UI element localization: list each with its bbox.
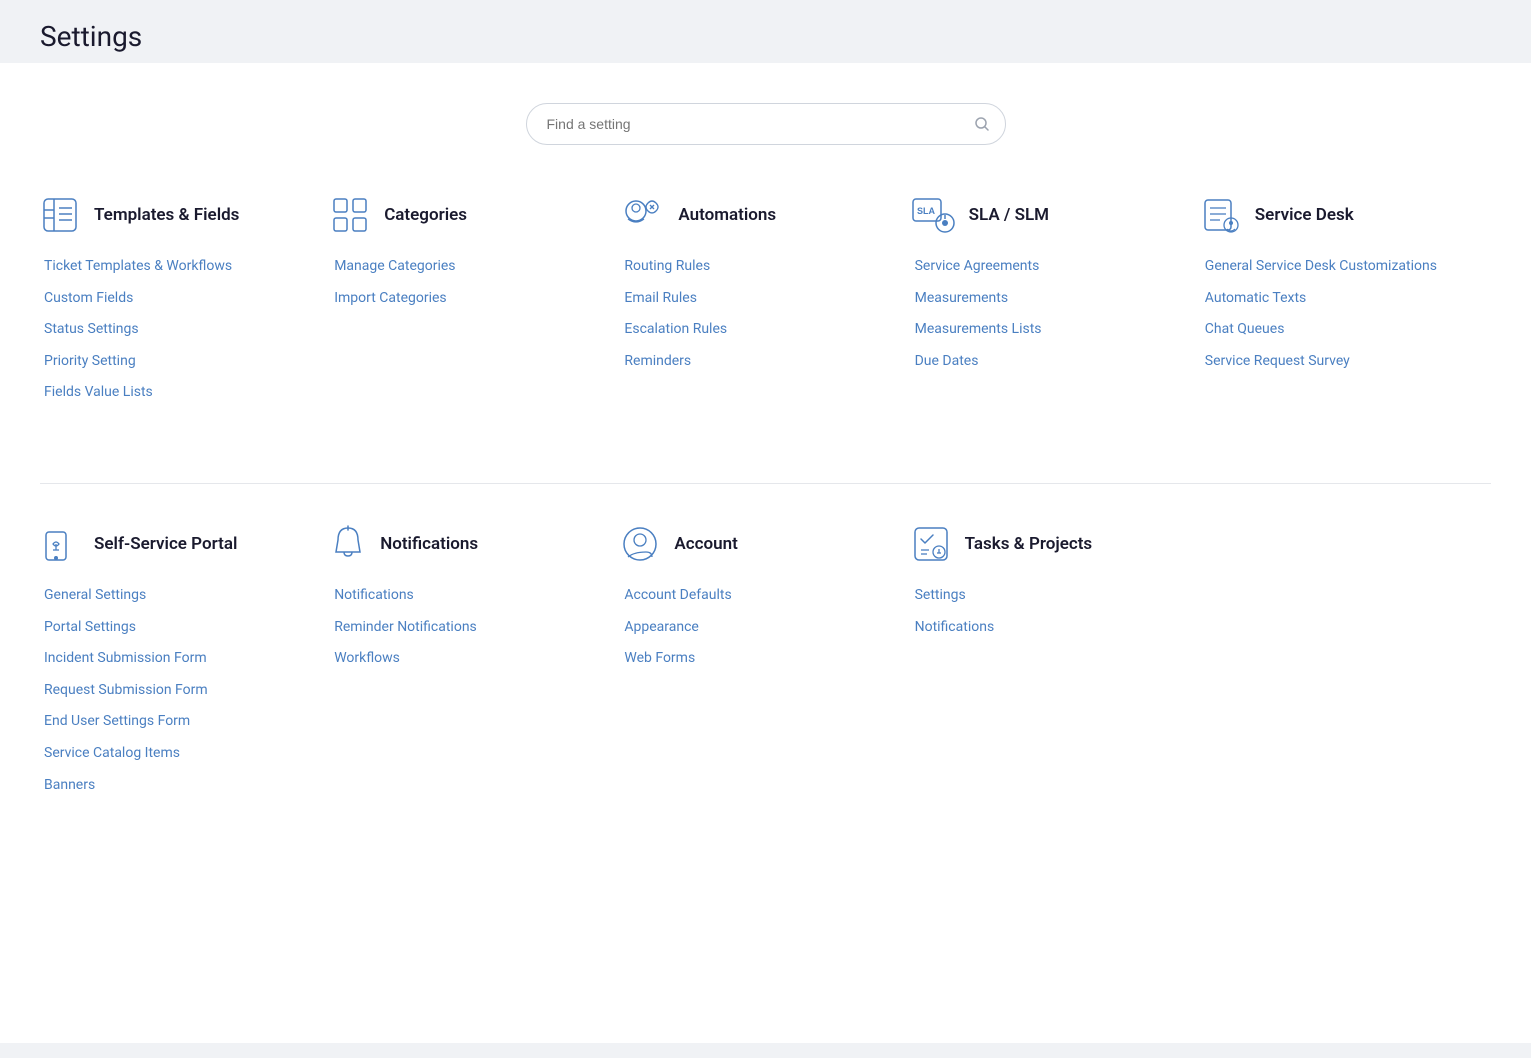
list-item[interactable]: Measurements Lists (915, 318, 1181, 340)
servicedesk-title: Service Desk (1255, 205, 1354, 225)
list-item[interactable]: Escalation Rules (624, 318, 890, 340)
list-item[interactable]: Custom Fields (44, 287, 310, 309)
sla-title: SLA / SLM (969, 205, 1049, 225)
list-item[interactable]: Manage Categories (334, 255, 600, 277)
notifications-links: Notifications Reminder Notifications Wor… (330, 584, 600, 669)
list-item[interactable]: Appearance (624, 616, 890, 638)
section-sla-slm: SLA SLA / SLM Service Agreements Measure… (911, 195, 1201, 423)
list-item[interactable]: Banners (44, 774, 310, 796)
list-item[interactable]: Notifications (915, 616, 1181, 638)
section-categories: Categories Manage Categories Import Cate… (330, 195, 620, 423)
sla-icon: SLA (911, 195, 955, 235)
bell-icon (330, 524, 366, 564)
list-item[interactable]: Ticket Templates & Workflows (44, 255, 310, 277)
list-item[interactable]: Routing Rules (624, 255, 890, 277)
section-service-desk: Service Desk General Service Desk Custom… (1201, 195, 1491, 423)
list-item[interactable]: General Service Desk Customizations (1205, 255, 1471, 277)
list-item[interactable]: Reminder Notifications (334, 616, 600, 638)
templates-title: Templates & Fields (94, 205, 239, 225)
list-item[interactable]: General Settings (44, 584, 310, 606)
account-links: Account Defaults Appearance Web Forms (620, 584, 890, 669)
tasks-title: Tasks & Projects (965, 534, 1093, 554)
list-item[interactable]: Request Submission Form (44, 679, 310, 701)
account-title: Account (674, 534, 737, 554)
automations-icon (620, 195, 664, 235)
section-tasks-projects: Tasks & Projects Settings Notifications (911, 524, 1201, 815)
section-automations: Automations Routing Rules Email Rules Es… (620, 195, 910, 423)
list-item[interactable]: Email Rules (624, 287, 890, 309)
servicedesk-links: General Service Desk Customizations Auto… (1201, 255, 1471, 371)
list-item[interactable]: Service Catalog Items (44, 742, 310, 764)
templates-links: Ticket Templates & Workflows Custom Fiel… (40, 255, 310, 403)
svg-text:SLA: SLA (917, 206, 936, 216)
list-item[interactable]: Due Dates (915, 350, 1181, 372)
section-self-service-portal: Self-Service Portal General Settings Por… (40, 524, 330, 815)
categories-links: Manage Categories Import Categories (330, 255, 600, 308)
list-item[interactable]: Automatic Texts (1205, 287, 1471, 309)
section-templates-fields: Templates & Fields Ticket Templates & Wo… (40, 195, 330, 423)
section-notifications: Notifications Notifications Reminder Not… (330, 524, 620, 815)
list-item[interactable]: Notifications (334, 584, 600, 606)
list-item[interactable]: Priority Setting (44, 350, 310, 372)
list-item[interactable]: Fields Value Lists (44, 381, 310, 403)
page-title: Settings (40, 20, 1491, 53)
notifications-title: Notifications (380, 534, 478, 554)
section-account: Account Account Defaults Appearance Web … (620, 524, 910, 815)
tasks-icon (911, 524, 951, 564)
automations-links: Routing Rules Email Rules Escalation Rul… (620, 255, 890, 371)
tasks-links: Settings Notifications (911, 584, 1181, 637)
list-item[interactable]: Import Categories (334, 287, 600, 309)
list-item[interactable]: Portal Settings (44, 616, 310, 638)
list-item[interactable]: Workflows (334, 647, 600, 669)
sla-links: Service Agreements Measurements Measurem… (911, 255, 1181, 371)
categories-title: Categories (384, 205, 467, 225)
section-divider (40, 483, 1491, 484)
portal-title: Self-Service Portal (94, 534, 237, 554)
list-item[interactable]: Service Request Survey (1205, 350, 1471, 372)
portal-links: General Settings Portal Settings Inciden… (40, 584, 310, 795)
automations-title: Automations (678, 205, 776, 225)
list-item[interactable]: Account Defaults (624, 584, 890, 606)
list-item[interactable]: Reminders (624, 350, 890, 372)
list-item[interactable]: Incident Submission Form (44, 647, 310, 669)
list-item[interactable]: Web Forms (624, 647, 890, 669)
portal-icon (40, 524, 80, 564)
list-item[interactable]: End User Settings Form (44, 710, 310, 732)
list-item[interactable]: Chat Queues (1205, 318, 1471, 340)
search-input[interactable] (526, 103, 1006, 145)
servicedesk-icon (1201, 195, 1241, 235)
section-empty (1201, 524, 1491, 815)
sections-row2: Self-Service Portal General Settings Por… (40, 524, 1491, 815)
categories-icon (330, 195, 370, 235)
list-item[interactable]: Settings (915, 584, 1181, 606)
account-icon (620, 524, 660, 564)
sections-row1: Templates & Fields Ticket Templates & Wo… (40, 195, 1491, 423)
list-item[interactable]: Measurements (915, 287, 1181, 309)
list-item[interactable]: Service Agreements (915, 255, 1181, 277)
list-item[interactable]: Status Settings (44, 318, 310, 340)
search-wrapper (526, 103, 1006, 145)
search-container (40, 103, 1491, 145)
search-icon (974, 116, 990, 132)
templates-icon (40, 195, 80, 235)
